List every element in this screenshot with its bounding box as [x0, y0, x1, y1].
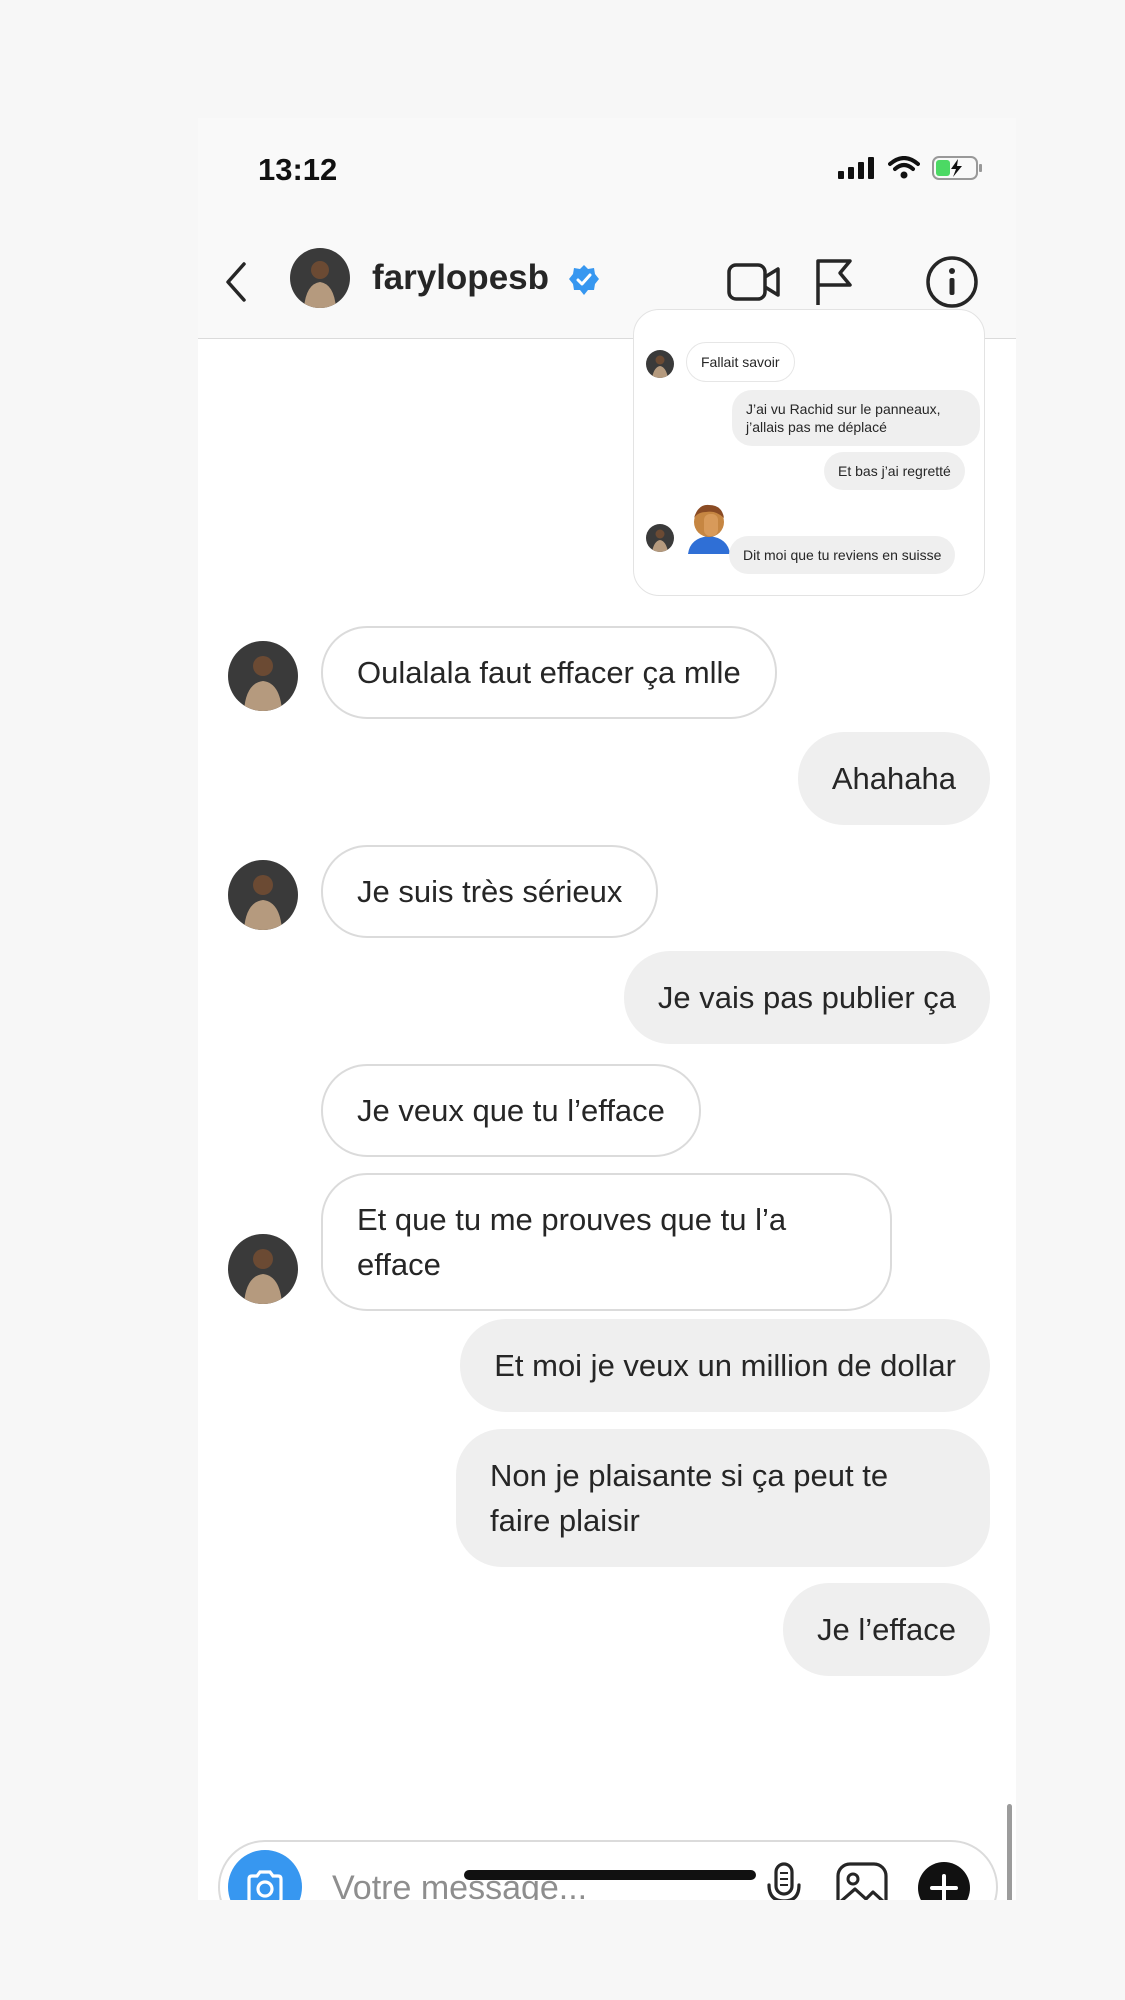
image-gallery-icon [836, 1862, 888, 1900]
incoming-message[interactable]: Et que tu me prouves que tu l’a efface [321, 1173, 892, 1311]
wifi-icon [888, 156, 920, 179]
shared-message: Et bas j’ai regretté [824, 452, 965, 490]
message-input[interactable] [330, 1860, 714, 1900]
outgoing-message[interactable]: Je l’efface [782, 1583, 990, 1676]
status-time: 13:12 [258, 152, 338, 187]
sender-avatar[interactable] [228, 641, 298, 711]
incoming-message[interactable]: Je suis très sérieux [321, 845, 659, 938]
camera-icon [247, 1870, 283, 1900]
battery-charging-icon [932, 156, 982, 180]
signal-icon [838, 157, 874, 179]
more-options-button[interactable] [916, 1860, 972, 1900]
home-indicator[interactable] [464, 1870, 756, 1880]
shared-screenshot[interactable]: Fallait savoir J’ai vu Rachid sur le pan… [633, 309, 985, 596]
header-username[interactable]: farylopesb [372, 258, 549, 298]
phone-screen: 13:12 farylopesb Fallait savoir J’ai vu … [198, 118, 1016, 1900]
sender-avatar[interactable] [228, 860, 298, 930]
sender-avatar[interactable] [228, 1234, 298, 1304]
report-button[interactable] [806, 254, 862, 310]
camera-button[interactable] [228, 1850, 302, 1900]
shared-message: Fallait savoir [686, 342, 795, 382]
back-arrow-icon[interactable] [220, 258, 256, 306]
voice-message-button[interactable] [756, 1860, 812, 1900]
mini-avatar [646, 350, 674, 378]
flag-icon [816, 259, 852, 305]
message-thread[interactable]: Fallait savoir J’ai vu Rachid sur le pan… [198, 309, 1016, 1900]
incoming-message[interactable]: Oulalala faut effacer ça mlle [321, 626, 777, 719]
header-avatar[interactable] [290, 248, 350, 308]
microphone-icon [767, 1862, 801, 1900]
facepalm-emoji-icon [688, 504, 730, 554]
shared-message: Dit moi que tu reviens en suisse [729, 536, 956, 574]
info-button[interactable] [924, 254, 980, 310]
outgoing-message[interactable]: Je vais pas publier ça [623, 951, 990, 1044]
video-call-button[interactable] [726, 254, 782, 310]
info-icon [926, 256, 978, 308]
scrollbar[interactable] [1007, 1804, 1012, 1900]
incoming-message[interactable]: Je veux que tu l’efface [321, 1064, 701, 1157]
gallery-button[interactable] [834, 1860, 890, 1900]
outgoing-message[interactable]: Ahahaha [797, 732, 990, 825]
video-camera-icon [727, 263, 780, 301]
mini-avatar [646, 524, 674, 552]
outgoing-message[interactable]: Et moi je veux un million de dollar [460, 1319, 990, 1412]
shared-message: J’ai vu Rachid sur le panneaux, j’allais… [732, 390, 980, 446]
verified-badge-icon [569, 265, 599, 295]
plus-circle-icon [918, 1862, 970, 1900]
outgoing-message[interactable]: Non je plaisante si ça peut te faire pla… [456, 1429, 990, 1567]
status-bar: 13:12 [198, 118, 1016, 218]
status-icons [838, 156, 984, 180]
